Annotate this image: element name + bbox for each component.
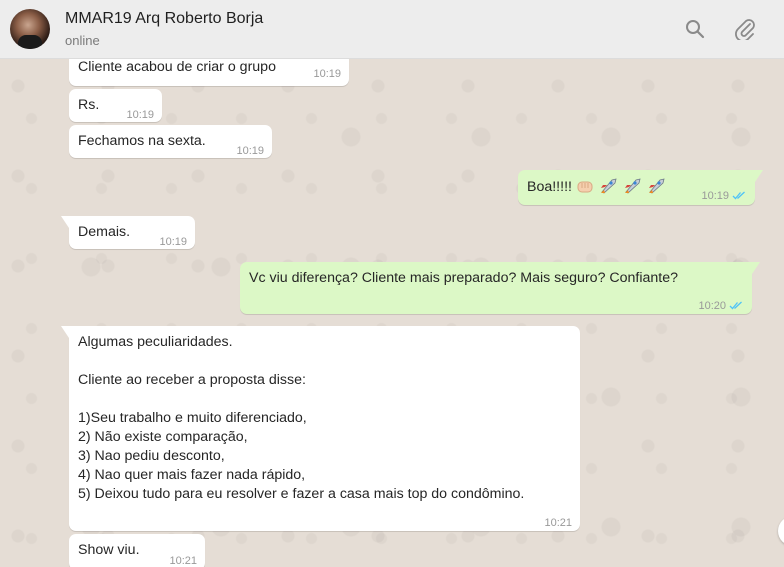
message-text: Show viu. — [78, 542, 140, 558]
message-text: Algumas peculiaridades. Cliente ao receb… — [78, 334, 525, 502]
message-bubble-incoming[interactable]: Rs. 10:19 — [69, 89, 162, 122]
message-text: Vc viu diferença? Cliente mais preparado… — [249, 270, 679, 286]
message-bubble-outgoing[interactable]: Boa!!!!! 10:19 — [518, 170, 763, 207]
message-time: 10:19 — [126, 109, 154, 121]
message-bubble-incoming[interactable]: Cliente acabou de criar o grupo 10:19 — [69, 59, 349, 86]
message-text: Fechamos na sexta. — [78, 133, 206, 149]
read-ticks-icon — [729, 298, 743, 317]
contact-avatar[interactable] — [10, 9, 50, 49]
rocket-emoji — [600, 178, 617, 194]
contact-status: online — [65, 33, 100, 48]
message-time: 10:21 — [544, 517, 572, 529]
message-text: Rs. — [78, 97, 100, 113]
message-text: Cliente acabou de criar o grupo — [78, 59, 276, 75]
message-time-status: 10:20 — [698, 297, 743, 317]
message-bubble-outgoing[interactable]: Vc viu diferença? Cliente mais preparado… — [240, 262, 760, 317]
message-list[interactable]: Cliente acabou de criar o grupo 10:19 Rs… — [0, 59, 784, 567]
attach-icon[interactable] — [733, 17, 757, 41]
message-text-with-emoji: Boa!!!!! — [527, 177, 666, 197]
contact-name[interactable]: MMAR19 Arq Roberto Borja — [65, 10, 263, 28]
rocket-emoji — [624, 178, 641, 194]
message-time: 10:21 — [169, 555, 197, 567]
message-time: 10:19 — [701, 190, 729, 202]
rocket-emoji — [648, 178, 665, 194]
message-bubble-incoming[interactable]: Fechamos na sexta. 10:19 — [69, 125, 272, 158]
message-text: Boa!!!!! — [527, 179, 572, 195]
message-time: 10:19 — [159, 236, 187, 248]
message-time: 10:19 — [236, 145, 264, 157]
message-time: 10:20 — [698, 300, 726, 312]
message-bubble-incoming[interactable]: Demais. 10:19 — [61, 216, 195, 249]
read-ticks-icon — [732, 188, 746, 207]
chat-header: MMAR19 Arq Roberto Borja online — [0, 0, 784, 59]
search-icon[interactable] — [683, 17, 707, 41]
message-text: Demais. — [78, 224, 131, 240]
message-time-status: 10:19 — [701, 187, 746, 207]
message-time: 10:19 — [313, 68, 341, 80]
message-bubble-incoming[interactable]: Algumas peculiaridades. Cliente ao receb… — [61, 326, 580, 531]
fist-bump-emoji — [577, 181, 593, 193]
message-bubble-incoming[interactable]: Show viu. 10:21 — [69, 534, 205, 567]
